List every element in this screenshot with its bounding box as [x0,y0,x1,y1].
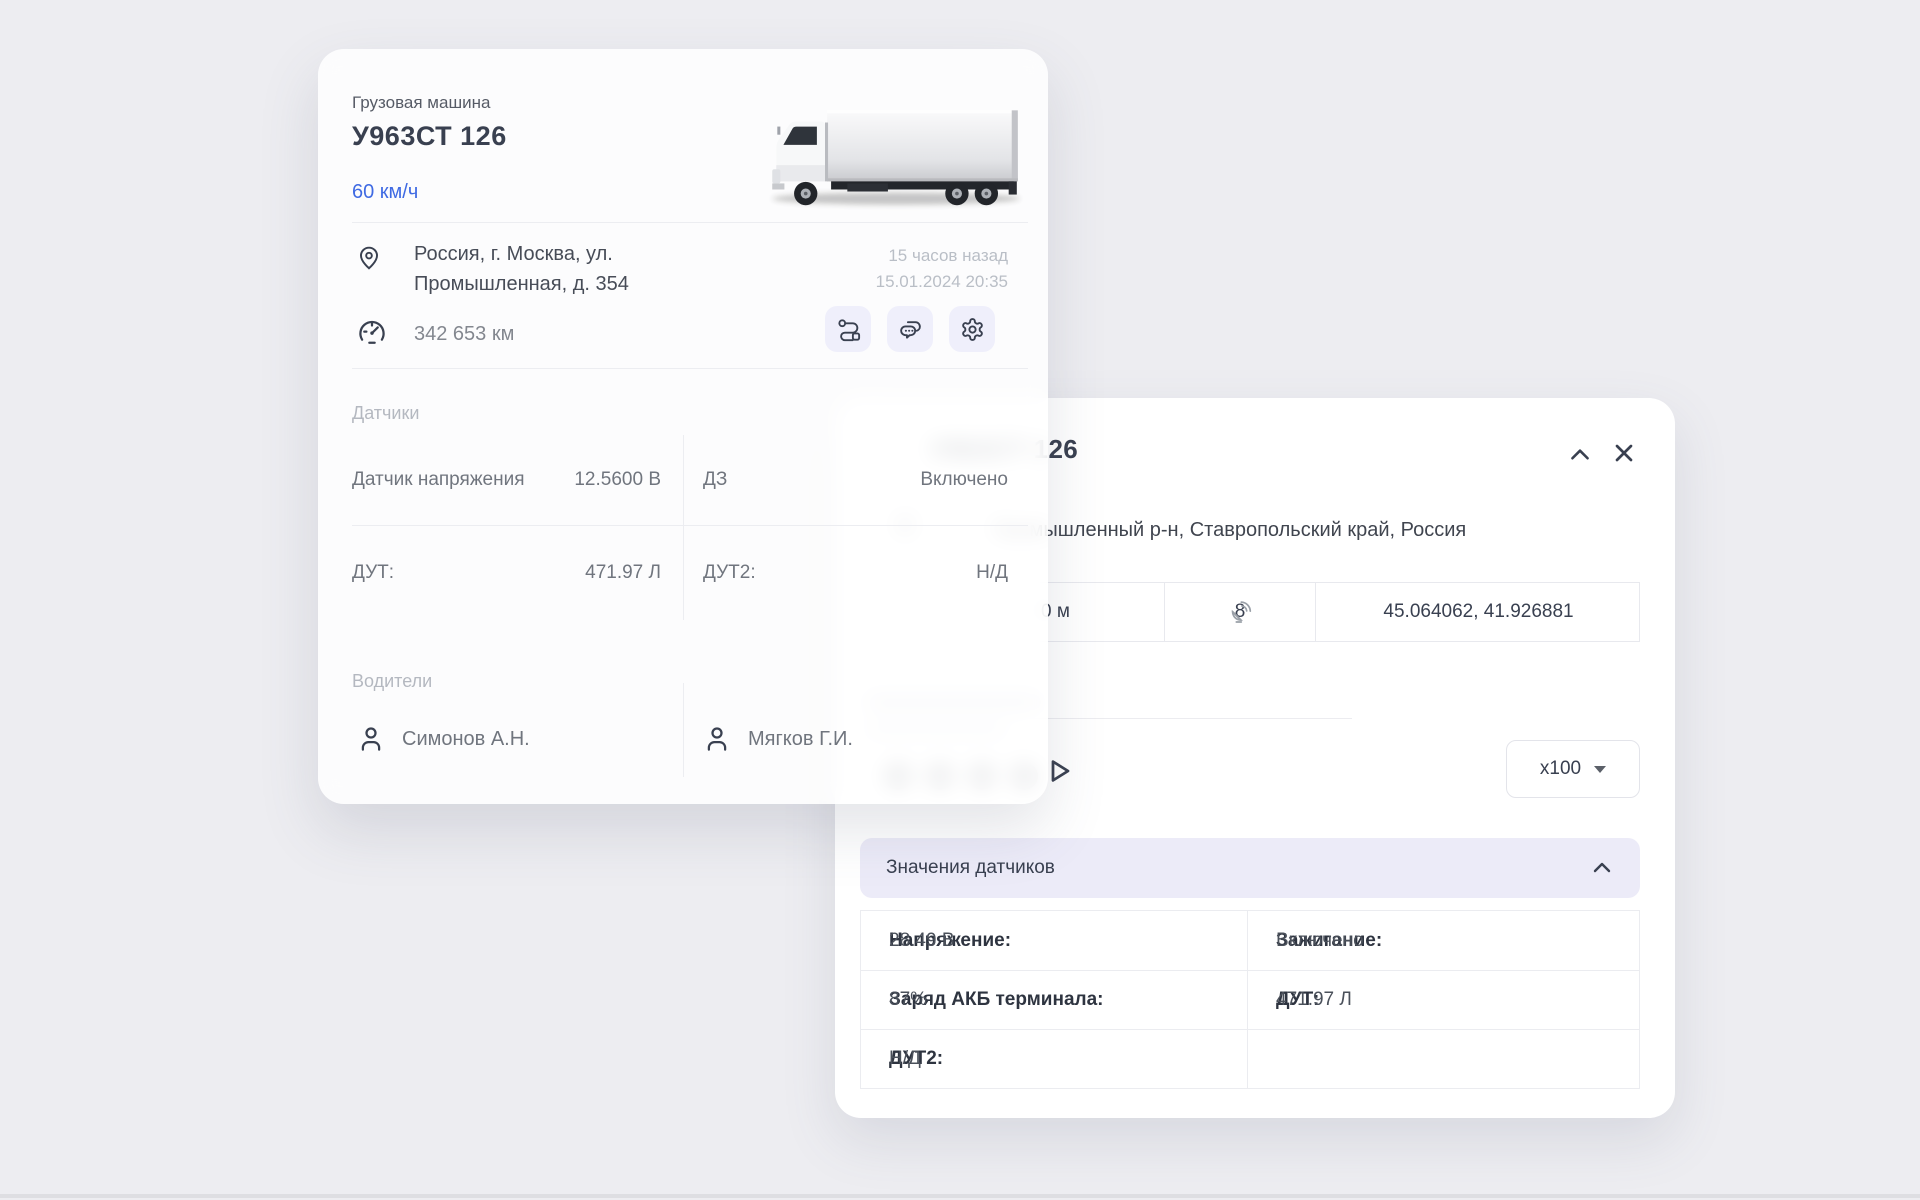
driver-name: Мягков Г.И. [748,728,853,751]
drivers-section-title: Водители [352,671,432,692]
playback-speed-value: x100 [1540,758,1581,780]
vehicle-speed: 60 км/ч [352,181,418,204]
sensors-section-title: Датчики [352,403,419,424]
table-row: Заряд АКБ терминала: 87% ДУТ: 471.97 Л [861,970,1639,1029]
person-icon [702,724,732,754]
gear-icon [960,317,985,342]
sensor-fuel1: ДУТ: 471.97 Л [352,525,661,620]
last-update: 15 часов назад 15.01.2024 20:35 [876,243,1008,295]
playback-speed-select[interactable]: x100 [1506,740,1640,798]
close-icon [1610,439,1638,467]
divider [683,435,684,620]
collapse-panel-button[interactable] [1563,438,1597,472]
divider [683,683,684,777]
close-panel-button[interactable] [1607,436,1641,470]
location-pin-icon [356,245,382,271]
vehicle-plate: У963СТ 126 [352,121,507,152]
last-update-datetime: 15.01.2024 20:35 [876,269,1008,295]
sensor-cell-fuel1: ДУТ: 471.97 Л [1248,971,1639,1029]
sensor-cell-empty [1248,1030,1639,1088]
vehicle-type-label: Грузовая машина [352,93,490,113]
chat-icon [898,317,923,342]
person-icon [356,724,386,754]
truck-image [756,99,1030,213]
driver-name: Симонов А.Н. [402,728,530,751]
route-button[interactable] [825,306,871,352]
table-row: ДУТ2: Н/Д [861,1029,1639,1088]
sensor-fuel2: ДУТ2: Н/Д [703,525,1008,620]
telemetry-info-row: 0 м 8 45.064062, 41.926881 [946,582,1640,642]
odometer-value: 342 653 км [414,323,514,346]
satellites-cell: 8 [1165,583,1316,641]
sensor-voltage: Датчик напряжения 12.5600 В [352,435,661,525]
last-update-relative: 15 часов назад [876,243,1008,269]
route-icon [836,317,861,342]
chat-button[interactable] [887,306,933,352]
table-row: Напряжение: 28.49 В Зажигание: Включено [861,911,1639,970]
detail-address: Промышленный р-н, Ставропольский край, Р… [993,519,1466,542]
divider [352,368,1028,369]
chevron-up-icon [1567,442,1593,468]
odometer-icon [356,315,388,347]
sensor-values-title: Значения датчиков [886,857,1055,879]
sensor-ignition: ДЗ Включено [703,435,1008,525]
chevron-down-icon [1594,766,1606,773]
sensor-cell-voltage: Напряжение: 28.49 В [861,911,1248,970]
satellite-icon [1227,599,1253,625]
sensor-cell-battery: Заряд АКБ терминала: 87% [861,971,1248,1029]
vehicle-address: Россия, г. Москва, ул. Промышленная, д. … [414,239,629,299]
divider [352,222,1028,223]
sensor-values-table: Напряжение: 28.49 В Зажигание: Включено … [860,910,1640,1089]
settings-button[interactable] [949,306,995,352]
sensor-values-header[interactable]: Значения датчиков [860,838,1640,898]
sensor-cell-fuel2: ДУТ2: Н/Д [861,1030,1248,1088]
vehicle-summary-card: Грузовая машина У963СТ 126 60 км/ч [318,49,1048,804]
driver-item: Мягков Г.И. [702,709,853,769]
driver-item: Симонов А.Н. [356,709,530,769]
sensor-cell-ignition: Зажигание: Включено [1248,911,1639,970]
coordinates-value: 45.064062, 41.926881 [1316,583,1641,641]
bottom-edge-strip [0,1194,1920,1198]
chevron-up-icon [1590,856,1614,880]
